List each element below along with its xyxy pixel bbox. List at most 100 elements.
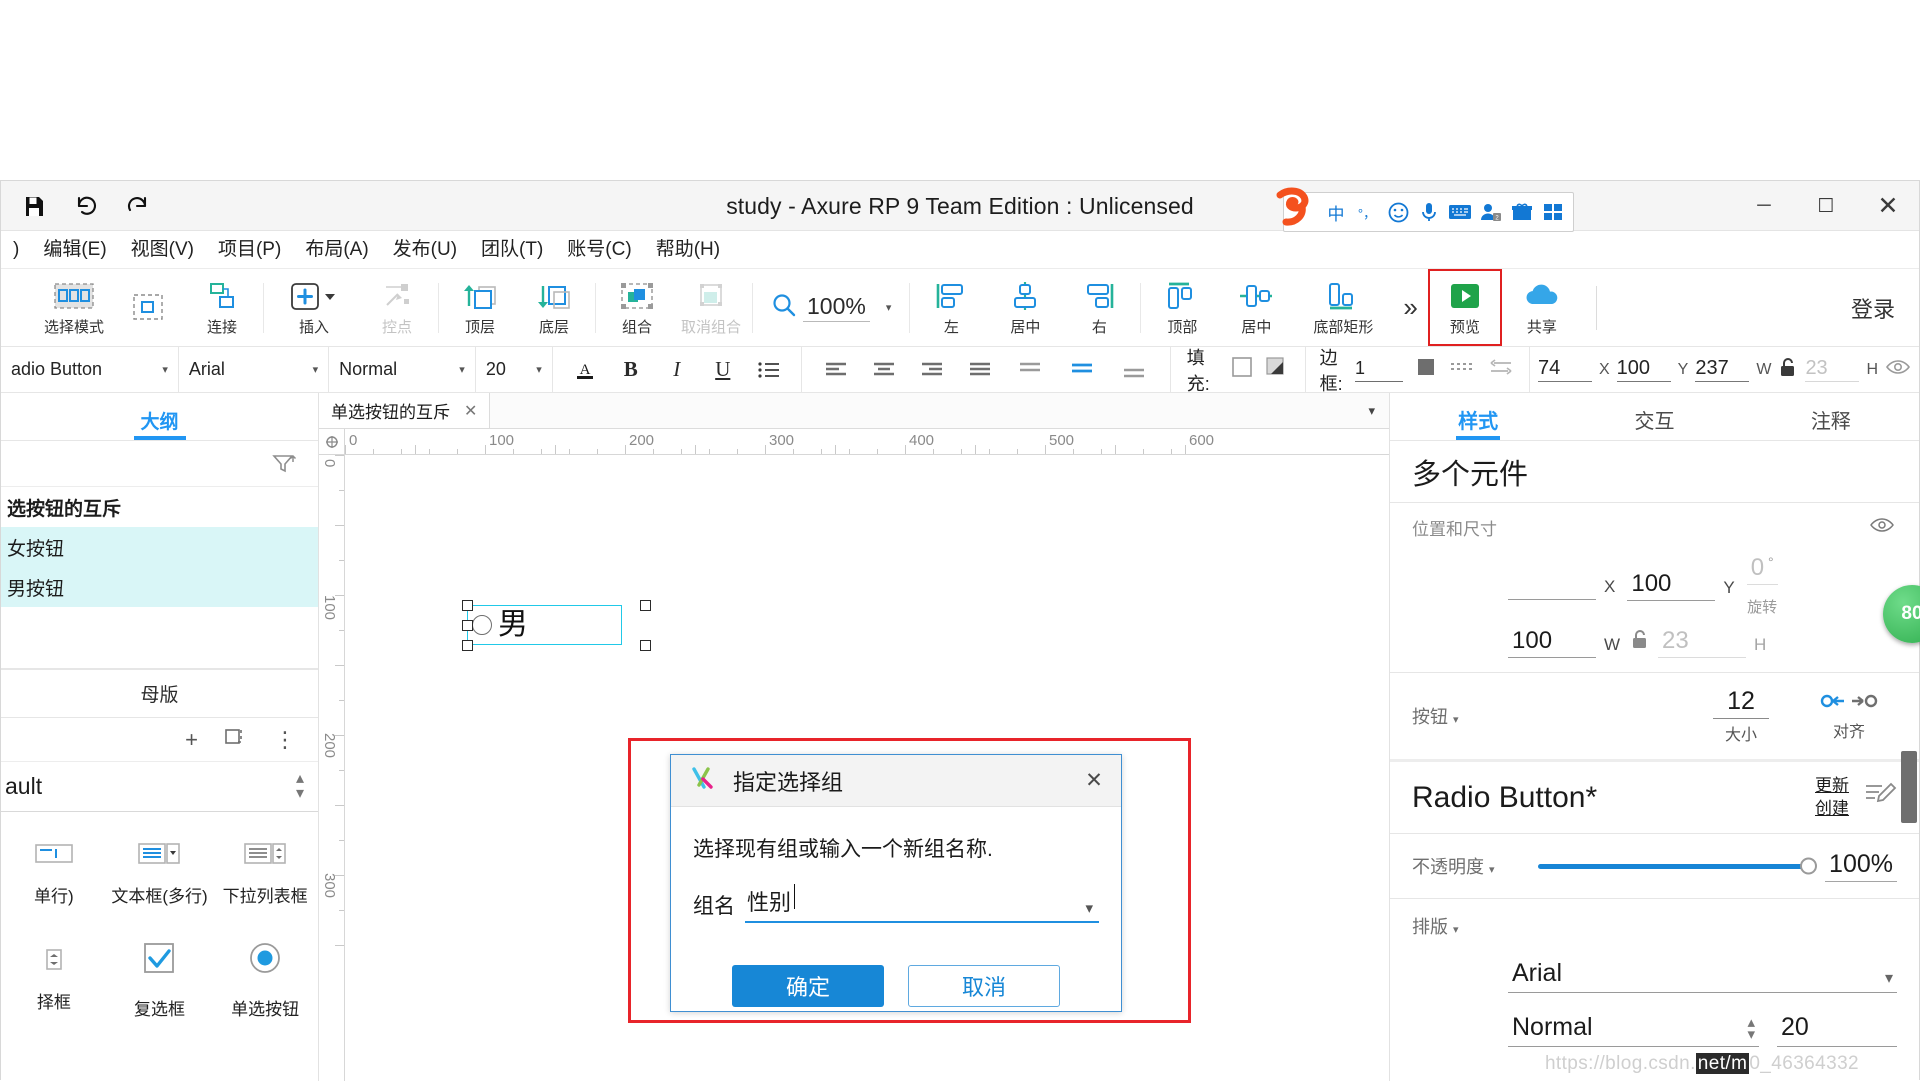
font-style-select[interactable]: Normal ▴ ▾ xyxy=(1508,1007,1759,1047)
w-input[interactable]: 100 xyxy=(1508,627,1596,658)
button-size-field[interactable]: 12 大小 xyxy=(1701,687,1781,745)
ime-emoji-icon[interactable] xyxy=(1386,200,1410,224)
resize-handle-bl[interactable] xyxy=(462,640,473,651)
group-name-combobox[interactable]: 性别 ▾ xyxy=(745,884,1099,923)
select-mode-button[interactable]: 选择模式 xyxy=(37,269,111,347)
ime-apps-icon[interactable] xyxy=(1541,200,1565,224)
stepper-icon[interactable]: ▴ ▾ xyxy=(296,771,304,801)
duplicate-icon[interactable] xyxy=(224,726,248,754)
fill-color-swatch[interactable] xyxy=(1265,356,1289,383)
zoom-control[interactable]: 100% ▾ xyxy=(757,269,905,346)
align-bottom-button[interactable]: 底部矩形 xyxy=(1293,269,1393,347)
opacity-slider[interactable] xyxy=(1538,857,1818,875)
ime-keyboard-icon[interactable] xyxy=(1448,200,1472,224)
resize-handle-br2[interactable] xyxy=(640,640,651,651)
resize-handle-tr2[interactable] xyxy=(640,600,651,611)
radio-widget-male[interactable]: 男 xyxy=(467,605,622,645)
widget-type-select[interactable]: adio Button ▾ xyxy=(1,347,179,392)
align-center-button[interactable]: 居中 xyxy=(988,269,1062,347)
align-middle-button[interactable]: 居中 xyxy=(1219,269,1293,347)
preview-button[interactable]: 预览 xyxy=(1430,269,1500,347)
insert-button[interactable]: 插入 xyxy=(268,269,360,347)
group-button[interactable]: 组合 xyxy=(600,269,674,347)
close-icon[interactable]: ✕ xyxy=(1077,764,1111,798)
eye-icon[interactable] xyxy=(1885,358,1911,381)
rotate-field[interactable]: 0 ° 旋转 xyxy=(1746,554,1778,617)
ime-mode-chinese-icon[interactable]: 中 xyxy=(1324,200,1348,224)
menu-item-0[interactable]: ) xyxy=(1,231,31,269)
panel-scrollbar[interactable] xyxy=(1901,751,1917,823)
tab-interactions[interactable]: 交互 xyxy=(1566,393,1742,440)
font-style-select[interactable]: Normal ▾ xyxy=(329,347,476,392)
valign-top-icon[interactable] xyxy=(1008,361,1052,379)
italic-button[interactable]: I xyxy=(657,357,697,382)
h-input[interactable]: 23 xyxy=(1658,627,1747,658)
unlock-icon[interactable] xyxy=(1778,356,1798,383)
update-style-link[interactable]: 更新 xyxy=(1815,775,1849,798)
border-style-icon[interactable] xyxy=(1449,358,1475,381)
h-field[interactable]: 23 H xyxy=(1658,627,1766,658)
resize-handle-tl[interactable] xyxy=(462,600,473,611)
chevron-down-icon[interactable]: ▾ xyxy=(1453,924,1459,936)
close-button[interactable]: ✕ xyxy=(1857,181,1919,231)
button-align-icon[interactable] xyxy=(1820,691,1878,716)
font-size-select[interactable]: 20 ▾ xyxy=(476,347,553,392)
widget-checkbox[interactable]: 复选框 xyxy=(107,926,213,1032)
send-back-button[interactable]: 底层 xyxy=(517,269,591,347)
menu-item-team[interactable]: 团队(T) xyxy=(469,231,555,269)
y-input[interactable]: 100 xyxy=(1627,570,1716,601)
font-size-select[interactable]: 20 xyxy=(1777,1007,1897,1047)
page-tab[interactable]: 单选按钮的互斥 ✕ xyxy=(319,393,491,428)
fill-none-swatch[interactable] xyxy=(1231,356,1253,383)
w-input[interactable]: 237 xyxy=(1695,357,1750,382)
widget-droplist[interactable]: 下拉列表框 xyxy=(212,820,318,926)
x-input[interactable]: 74 xyxy=(1537,357,1592,382)
menu-item-project[interactable]: 项目(P) xyxy=(206,231,293,269)
bring-front-button[interactable]: 顶层 xyxy=(443,269,517,347)
list-icon[interactable] xyxy=(749,361,789,379)
arrow-style-icon[interactable] xyxy=(1487,358,1515,381)
align-right-button[interactable]: 右 xyxy=(1062,269,1136,347)
close-icon[interactable]: ✕ xyxy=(464,401,477,421)
ime-gift-icon[interactable] xyxy=(1510,200,1534,224)
text-color-icon[interactable]: A xyxy=(565,358,605,382)
menu-item-help[interactable]: 帮助(H) xyxy=(644,231,732,269)
font-family-select[interactable]: Arial ▾ xyxy=(179,347,330,392)
outline-item-male[interactable]: 男按钮 xyxy=(1,567,318,607)
maximize-button[interactable]: ☐ xyxy=(1795,181,1857,231)
valign-middle-icon[interactable] xyxy=(1060,361,1104,379)
cancel-button[interactable]: 取消 xyxy=(908,965,1060,1007)
library-menu-button[interactable]: ⋮ xyxy=(274,727,296,753)
opacity-slider-knob[interactable] xyxy=(1800,857,1818,875)
ok-button[interactable]: 确定 xyxy=(732,965,884,1007)
tab-notes[interactable]: 注释 xyxy=(1743,393,1919,440)
points-button[interactable]: 控点 xyxy=(360,269,434,347)
align-top-button[interactable]: 顶部 xyxy=(1145,269,1219,347)
rotate-input[interactable]: 0 xyxy=(1751,554,1764,582)
share-button[interactable]: 共享 xyxy=(1502,269,1582,347)
menu-item-publish[interactable]: 发布(U) xyxy=(381,231,469,269)
group-name-input[interactable]: 性别 xyxy=(747,884,796,917)
opacity-label-wrap[interactable]: 不透明度 ▾ xyxy=(1412,853,1522,879)
chevron-down-icon[interactable]: ▾ xyxy=(1489,864,1495,876)
y-field[interactable]: 100 Y xyxy=(1627,570,1735,601)
chevron-down-icon[interactable]: ▾ xyxy=(1453,714,1459,726)
button-section-label[interactable]: 按钮 ▾ xyxy=(1412,703,1459,729)
ime-voice-icon[interactable] xyxy=(1417,200,1441,224)
align-center-text-icon[interactable] xyxy=(864,362,904,378)
filter-icon[interactable] xyxy=(272,453,298,475)
opacity-value[interactable]: 100% xyxy=(1825,850,1897,882)
h-input[interactable]: 23 xyxy=(1805,357,1860,382)
ruler-corner-button[interactable] xyxy=(319,429,345,455)
marquee-mode-button[interactable] xyxy=(111,269,185,347)
align-right-text-icon[interactable] xyxy=(912,362,952,378)
tab-style[interactable]: 样式 xyxy=(1390,393,1566,440)
underline-button[interactable]: U xyxy=(703,357,743,382)
chevron-down-icon[interactable]: ▾ xyxy=(1885,968,1893,988)
chevron-down-icon[interactable]: ▾ xyxy=(1085,899,1093,917)
menu-item-layout[interactable]: 布局(A) xyxy=(293,231,380,269)
x-field[interactable]: X xyxy=(1508,572,1615,600)
menu-item-view[interactable]: 视图(V) xyxy=(119,231,206,269)
unlock-icon[interactable] xyxy=(1630,628,1650,655)
border-width-input[interactable]: 1 xyxy=(1354,358,1403,382)
